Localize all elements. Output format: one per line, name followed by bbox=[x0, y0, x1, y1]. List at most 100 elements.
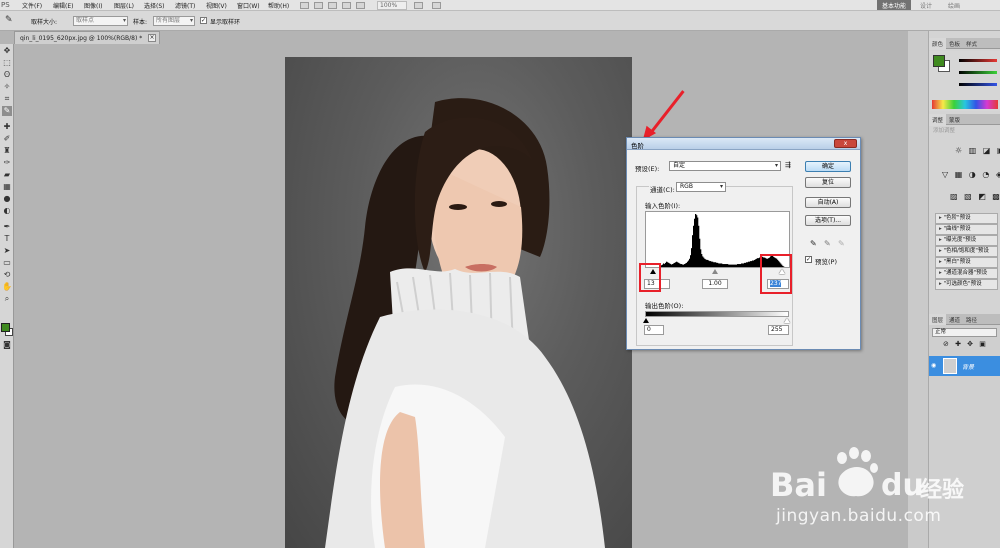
green-slider[interactable] bbox=[959, 71, 997, 74]
tab-styles[interactable]: 样式 bbox=[963, 38, 980, 50]
sample-size-select[interactable]: 取样点 bbox=[73, 16, 128, 26]
history-brush-icon[interactable]: ✑ bbox=[2, 158, 12, 168]
gray-point-eyedropper-icon[interactable]: ✎ bbox=[824, 239, 831, 248]
crop-tool-icon[interactable]: ⌗ bbox=[2, 94, 12, 104]
visibility-eye-icon[interactable]: ◉ bbox=[931, 362, 936, 369]
menu-window[interactable]: 窗口(W) bbox=[237, 1, 260, 10]
layer-name: 背景 bbox=[962, 364, 975, 371]
red-slider[interactable] bbox=[959, 59, 997, 62]
menu-file[interactable]: 文件(F) bbox=[22, 1, 42, 10]
workspace-essentials[interactable]: 基本功能 bbox=[877, 0, 912, 10]
menu-edit[interactable]: 编辑(E) bbox=[53, 1, 73, 10]
bridge-icon[interactable] bbox=[300, 2, 309, 9]
screen-mode-icon[interactable] bbox=[432, 2, 441, 9]
marquee-tool-icon[interactable]: ⬚ bbox=[2, 58, 12, 68]
adjust-icons-row-3[interactable]: ▨ ▧ ◩ ▩ bbox=[950, 192, 1000, 201]
tab-swatches[interactable]: 色板 bbox=[946, 38, 963, 50]
tools-panel: ✥ ⬚ ʘ ✧ ⌗ ✎ ✚ ✐ ♜ ✑ ▰ ▦ ● ◐ ✒ T ➤ ▭ ⟲ ✋ … bbox=[0, 44, 14, 548]
black-point-eyedropper-icon[interactable]: ✎ bbox=[810, 239, 817, 248]
menu-filter[interactable]: 滤镜(T) bbox=[175, 1, 195, 10]
workspace-painting[interactable]: 绘画 bbox=[948, 1, 960, 10]
blue-slider[interactable] bbox=[959, 83, 997, 86]
blend-mode-select[interactable]: 正常 bbox=[932, 328, 997, 337]
guides-icon[interactable] bbox=[328, 2, 337, 9]
adjust-hint: 添加调整 bbox=[933, 128, 956, 134]
show-ring-checkbox[interactable]: ✓ bbox=[200, 17, 207, 24]
layer-lock-icons[interactable]: ⊘ ✚ ✥ ▣ bbox=[943, 340, 988, 348]
panel-foreground-swatch[interactable] bbox=[933, 55, 945, 67]
sample-select[interactable]: 所有图层 bbox=[153, 16, 195, 26]
arrange-icon[interactable] bbox=[414, 2, 423, 9]
adjust-icons-row-1[interactable]: ☼ ▥ ◪ ▣ bbox=[955, 146, 1000, 155]
stamp-tool-icon[interactable]: ♜ bbox=[2, 146, 12, 156]
move-tool-icon[interactable]: ✥ bbox=[2, 46, 12, 56]
minibridge-icon[interactable] bbox=[314, 2, 323, 9]
close-document-icon[interactable]: × bbox=[148, 34, 156, 42]
quick-select-tool-icon[interactable]: ✧ bbox=[2, 82, 12, 92]
preset-menu-icon[interactable]: ⇶ bbox=[785, 161, 791, 169]
preset-curves[interactable]: "曲线"预设 bbox=[935, 224, 998, 235]
pen-tool-icon[interactable]: ✒ bbox=[2, 222, 12, 232]
eyedropper-tool-icon[interactable]: ✎ bbox=[2, 106, 12, 116]
dialog-title: 色阶 bbox=[631, 142, 644, 150]
healing-tool-icon[interactable]: ✚ bbox=[2, 122, 12, 132]
input-gamma-handle[interactable] bbox=[712, 269, 718, 274]
document-tab[interactable]: qin_li_0195_620px.jpg @ 100%(RGB/8) * × bbox=[14, 31, 160, 44]
preview-checkbox[interactable]: ✓ bbox=[805, 256, 812, 263]
preset-exposure[interactable]: "曝光度"预设 bbox=[935, 235, 998, 246]
brush-tool-icon[interactable]: ✐ bbox=[2, 134, 12, 144]
tab-adjustments[interactable]: 调整 bbox=[929, 114, 947, 126]
adjust-presets-list: "色阶"预设 "曲线"预设 "曝光度"预设 "色相/饱和度"预设 "黑白"预设 … bbox=[935, 213, 998, 290]
menu-layer[interactable]: 图层(L) bbox=[114, 1, 134, 10]
blur-tool-icon[interactable]: ● bbox=[2, 194, 12, 204]
ok-button[interactable]: 确定 bbox=[805, 161, 851, 172]
output-black-handle[interactable] bbox=[643, 318, 649, 323]
gradient-tool-icon[interactable]: ▦ bbox=[2, 182, 12, 192]
color-panel-tabs: 颜色 色板 样式 bbox=[929, 38, 1000, 50]
tab-color[interactable]: 颜色 bbox=[929, 38, 947, 50]
white-point-eyedropper-icon[interactable]: ✎ bbox=[838, 239, 845, 248]
quick-mask-icon[interactable]: ◙ bbox=[2, 340, 12, 350]
output-white-field[interactable]: 255 bbox=[768, 325, 789, 335]
type-tool-icon[interactable]: T bbox=[2, 234, 12, 244]
hand-icon[interactable] bbox=[342, 2, 351, 9]
color-spectrum[interactable] bbox=[932, 100, 998, 109]
input-gamma-field[interactable]: 1.00 bbox=[702, 279, 728, 289]
preset-select[interactable]: 自定 bbox=[669, 161, 781, 171]
lasso-tool-icon[interactable]: ʘ bbox=[2, 70, 12, 80]
dodge-tool-icon[interactable]: ◐ bbox=[2, 206, 12, 216]
hand-tool-icon[interactable]: ✋ bbox=[2, 282, 12, 292]
channel-select[interactable]: RGB bbox=[676, 182, 726, 192]
zoom-icon[interactable] bbox=[356, 2, 365, 9]
preset-channel-mixer[interactable]: "通道混合器"预设 bbox=[935, 268, 998, 279]
foreground-color-swatch[interactable] bbox=[1, 323, 10, 332]
preset-hue-saturation[interactable]: "色相/饱和度"预设 bbox=[935, 246, 998, 257]
dialog-titlebar[interactable]: 色阶 x bbox=[627, 138, 860, 150]
eyedropper-icon[interactable]: ✎ bbox=[5, 15, 17, 27]
eraser-tool-icon[interactable]: ▰ bbox=[2, 170, 12, 180]
auto-button[interactable]: 自动(A) bbox=[805, 197, 851, 208]
tab-masks[interactable]: 蒙版 bbox=[946, 114, 963, 126]
menu-view[interactable]: 视图(V) bbox=[206, 1, 227, 10]
workspace-design[interactable]: 设计 bbox=[920, 1, 932, 10]
menu-help[interactable]: 帮助(H) bbox=[268, 1, 289, 10]
output-white-handle[interactable] bbox=[784, 318, 790, 323]
zoom-level[interactable]: 100% bbox=[377, 1, 407, 10]
preset-levels[interactable]: "色阶"预设 bbox=[935, 213, 998, 224]
menu-select[interactable]: 选择(S) bbox=[144, 1, 165, 10]
shape-tool-icon[interactable]: ▭ bbox=[2, 258, 12, 268]
path-select-icon[interactable]: ➤ bbox=[2, 246, 12, 256]
preset-black-white[interactable]: "黑白"预设 bbox=[935, 257, 998, 268]
output-black-field[interactable]: 0 bbox=[644, 325, 664, 335]
preset-selective-color[interactable]: "可选颜色"预设 bbox=[935, 279, 998, 290]
output-gradient[interactable] bbox=[645, 311, 789, 317]
dialog-close-button[interactable]: x bbox=[834, 139, 857, 148]
menu-image[interactable]: 图像(I) bbox=[84, 1, 102, 10]
3d-tool-icon[interactable]: ⟲ bbox=[2, 270, 12, 280]
layer-background-row[interactable]: ◉ 背景 bbox=[929, 356, 1000, 376]
adjust-icons-row-2[interactable]: ▽ ▦ ◑ ◔ ◈ bbox=[942, 170, 1000, 179]
menu-bar: PS 文件(F) 编辑(E) 图像(I) 图层(L) 选择(S) 滤镜(T) 视… bbox=[0, 0, 1000, 11]
options-button[interactable]: 选项(T)... bbox=[805, 215, 851, 226]
zoom-tool-icon[interactable]: ⌕ bbox=[2, 294, 12, 304]
reset-button[interactable]: 复位 bbox=[805, 177, 851, 188]
